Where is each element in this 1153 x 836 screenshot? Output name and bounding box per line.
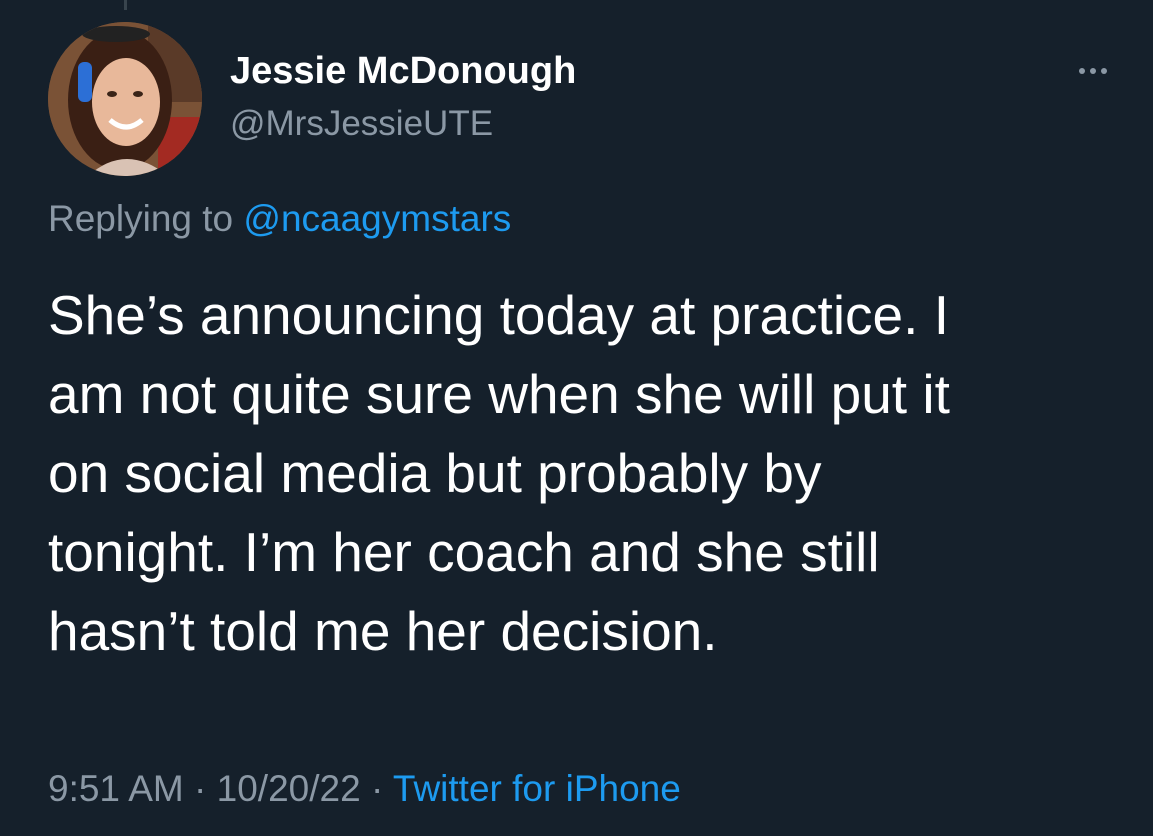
author-avatar[interactable] [48, 22, 202, 176]
tweet-source-link[interactable]: Twitter for iPhone [393, 768, 681, 809]
reply-mention-link[interactable]: @ncaagymstars [243, 198, 511, 239]
ellipsis-icon [1101, 68, 1107, 74]
tweet: Jessie McDonough @MrsJessieUTE Replying … [0, 0, 1153, 836]
ellipsis-icon [1079, 68, 1085, 74]
replying-to-label: Replying to [48, 198, 244, 239]
author-handle[interactable]: @MrsJessieUTE [230, 104, 493, 144]
more-options-button[interactable] [1068, 56, 1118, 86]
ellipsis-icon [1090, 68, 1096, 74]
profile-photo-icon [48, 22, 202, 176]
replying-to-line: Replying to @ncaagymstars [48, 198, 511, 240]
tweet-time[interactable]: 9:51 AM [48, 768, 184, 809]
tweet-body-text: She’s announcing today at practice. I am… [48, 284, 950, 662]
meta-separator: · [360, 768, 393, 809]
tweet-date[interactable]: 10/20/22 [217, 768, 361, 809]
meta-separator: · [183, 768, 217, 809]
tweet-metadata: 9:51 AM · 10/20/22 · Twitter for iPhone [48, 768, 681, 810]
author-display-name[interactable]: Jessie McDonough [230, 50, 576, 93]
